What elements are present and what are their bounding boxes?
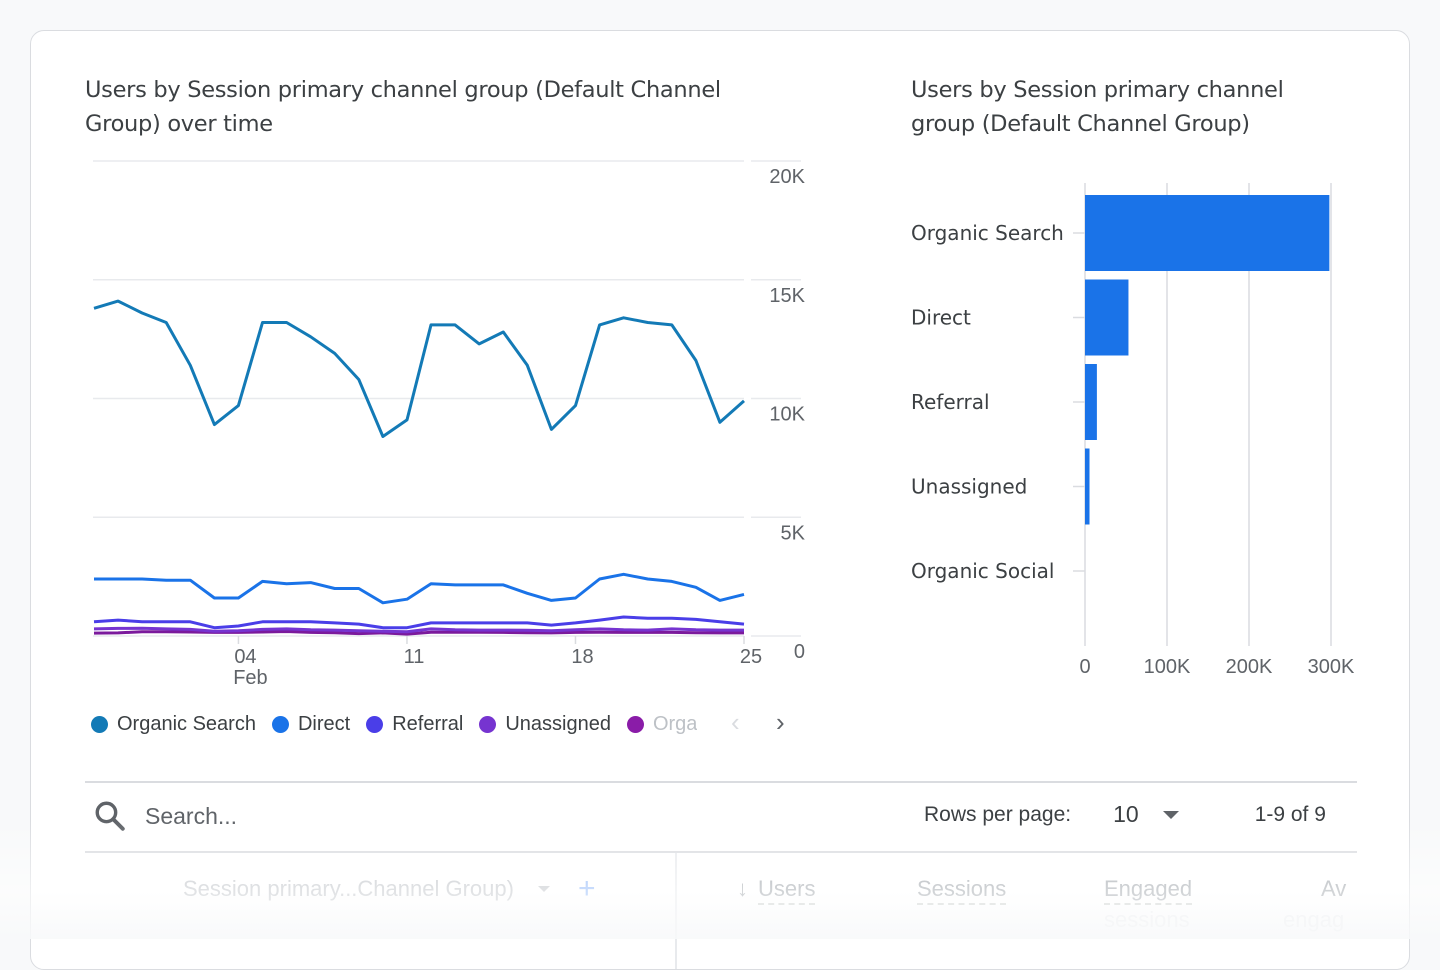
column-separator — [675, 853, 677, 969]
legend-item-unassigned[interactable]: Unassigned — [479, 713, 611, 736]
column-header-label: Users — [758, 876, 816, 905]
divider — [85, 781, 1357, 783]
column-header-sessions[interactable]: Sessions — [917, 876, 1007, 905]
legend-prev-chevron-left-icon[interactable]: ‹ — [731, 707, 740, 738]
category-label: Referral — [911, 390, 990, 414]
pagination: Rows per page: 10 1-9 of 9 — [924, 801, 1326, 828]
legend-item-organic-social[interactable]: Orga — [626, 712, 697, 736]
category-label: Organic Social — [911, 559, 1054, 583]
column-header-avg-engagement[interactable]: Av — [1321, 876, 1357, 902]
bar-direct — [1085, 279, 1129, 356]
legend-item-referral[interactable]: Referral — [366, 713, 463, 736]
category-label: Direct — [911, 306, 971, 330]
legend-next-chevron-right-icon[interactable]: › — [776, 707, 785, 738]
column-header-label: Av — [1321, 876, 1347, 902]
bar-organic-search — [1085, 195, 1330, 271]
dimension-header[interactable]: Session primary...Channel Group) + — [183, 874, 596, 904]
line-chart-legend: Organic Search Direct Referral Unassigne… — [91, 707, 751, 741]
search-icon — [95, 801, 125, 831]
legend-dot-icon — [366, 715, 384, 733]
legend-dot-icon — [626, 715, 644, 733]
legend-item-direct[interactable]: Direct — [271, 712, 351, 736]
column-header-sublabel: sessions — [1104, 907, 1190, 932]
legend-label: Orga — [652, 712, 697, 735]
legend-item-organic-search[interactable]: Organic Search — [91, 713, 256, 736]
rows-per-page-value: 10 — [1113, 801, 1139, 827]
sort-descending-arrow-icon: ↓ — [737, 876, 748, 901]
x-tick-label: 100K — [1144, 656, 1191, 678]
rows-per-page-label: Rows per page: — [924, 802, 1072, 826]
table-search — [93, 799, 545, 833]
legend-dot-icon — [91, 715, 108, 733]
bar-referral — [1085, 364, 1097, 440]
bar-chart: 0 100K 200K 300K Organic Search Direct Referra… — [911, 183, 1355, 678]
legend-label: Organic Search — [117, 712, 256, 735]
bar-unassigned — [1085, 448, 1090, 525]
column-header-engaged-sessions[interactable]: Engaged — [1104, 876, 1193, 905]
legend-label: Direct — [297, 712, 351, 735]
x-tick-label: 200K — [1226, 656, 1273, 678]
dropdown-caret-icon — [1162, 810, 1179, 819]
legend-dot-icon — [479, 715, 497, 733]
legend-label: Referral — [392, 712, 464, 735]
column-header-users[interactable]: ↓ Users — [737, 876, 816, 905]
category-label: Organic Search — [911, 221, 1064, 245]
legend-label: Unassigned — [505, 712, 611, 735]
column-header-label: Sessions — [917, 876, 1007, 905]
pagination-range: 1-9 of 9 — [1254, 802, 1326, 826]
dimension-dropdown-caret-icon[interactable] — [537, 886, 550, 892]
column-header-sublabel: engag — [1283, 907, 1345, 932]
report-card: Users by Session primary channel group (… — [30, 30, 1410, 970]
legend-dot-icon — [271, 715, 289, 733]
add-dimension-plus-icon[interactable]: + — [578, 874, 596, 904]
category-label: Unassigned — [911, 475, 1027, 499]
dimension-header-label: Session primary...Channel Group) — [183, 876, 514, 901]
divider — [85, 851, 1357, 853]
rows-per-page-select[interactable]: 10 — [1113, 801, 1179, 828]
x-tick-label: 0 — [1079, 656, 1090, 678]
search-input[interactable] — [145, 802, 545, 830]
x-tick-label: 300K — [1308, 656, 1355, 678]
column-header-label: Engaged — [1104, 876, 1193, 905]
